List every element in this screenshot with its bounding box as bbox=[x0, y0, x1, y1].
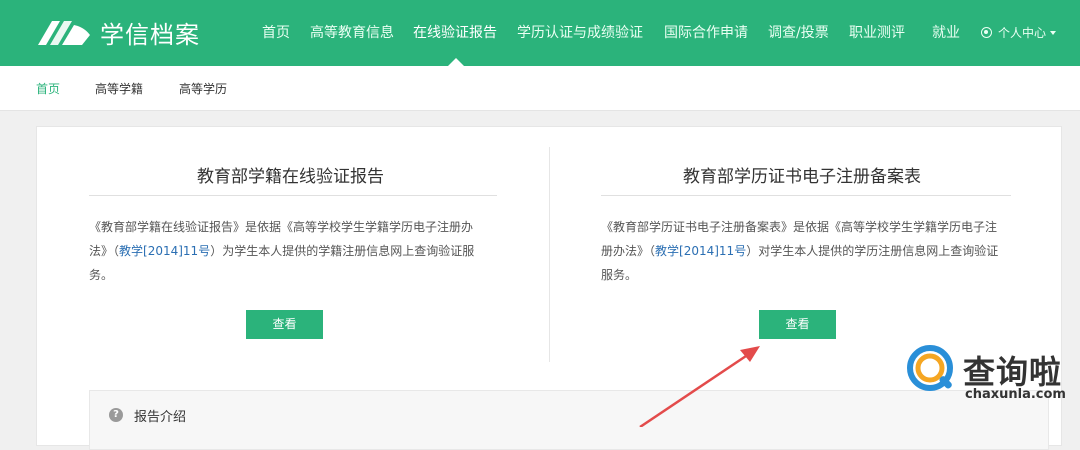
regulation-link[interactable]: 教学[2014]11号 bbox=[655, 244, 746, 258]
site-logo[interactable]: 学信档案 bbox=[36, 14, 200, 50]
subnav-higher-enrollment[interactable]: 高等学籍 bbox=[95, 80, 143, 97]
subnav-home[interactable]: 首页 bbox=[36, 80, 60, 97]
nav-degree-verify[interactable]: 学历认证与成绩验证 bbox=[517, 22, 643, 42]
view-enrollment-report-button[interactable]: 查看 bbox=[246, 310, 323, 339]
site-name: 学信档案 bbox=[100, 20, 200, 49]
nav-career-test[interactable]: 职业测评 bbox=[849, 22, 905, 42]
magnifier-logo-icon bbox=[907, 345, 953, 391]
nav-employment[interactable]: 就业 bbox=[932, 22, 960, 42]
nav-survey[interactable]: 调查/投票 bbox=[768, 22, 829, 42]
user-center-menu[interactable]: 个人中心 bbox=[981, 24, 1057, 41]
nav-intl-apply[interactable]: 国际合作申请 bbox=[664, 22, 748, 42]
degree-report-desc: 《教育部学历证书电子注册备案表》是依据《高等学校学生学籍学历电子注 册办法》（教… bbox=[601, 220, 999, 282]
nav-higher-edu-info[interactable]: 高等教育信息 bbox=[310, 22, 394, 42]
enrollment-report-title: 教育部学籍在线验证报告 bbox=[197, 167, 384, 187]
top-navbar: 学信档案 首页 高等教育信息 在线验证报告 学历认证与成绩验证 国际合作申请 调… bbox=[0, 0, 1080, 66]
chevron-down-icon bbox=[1050, 30, 1057, 35]
report-intro-label: 报告介绍 bbox=[134, 410, 187, 425]
title-rule bbox=[89, 195, 497, 196]
user-icon bbox=[981, 27, 992, 38]
title-rule bbox=[601, 195, 1011, 196]
view-degree-report-button[interactable]: 查看 bbox=[759, 310, 836, 339]
regulation-link[interactable]: 教学[2014]11号 bbox=[119, 244, 210, 258]
enrollment-report-desc: 《教育部学籍在线验证报告》是依据《高等学校学生学籍学历电子注册办 法》（教学[2… bbox=[89, 220, 475, 282]
question-icon: ? bbox=[109, 408, 123, 422]
nav-home[interactable]: 首页 bbox=[262, 22, 290, 42]
subnav-higher-degree[interactable]: 高等学历 bbox=[179, 80, 227, 97]
nav-online-report[interactable]: 在线验证报告 bbox=[413, 22, 497, 42]
column-divider bbox=[549, 147, 550, 362]
user-center-label: 个人中心 bbox=[998, 26, 1047, 40]
sub-nav: 首页 高等学籍 高等学历 bbox=[0, 66, 1080, 111]
book-logo-icon bbox=[38, 21, 90, 45]
active-nav-indicator bbox=[448, 58, 464, 66]
watermark-url: chaxunla.com bbox=[965, 387, 1066, 402]
degree-report-title: 教育部学历证书电子注册备案表 bbox=[683, 167, 921, 187]
watermark-logo: 查询啦 chaxunla.com bbox=[905, 341, 1075, 411]
